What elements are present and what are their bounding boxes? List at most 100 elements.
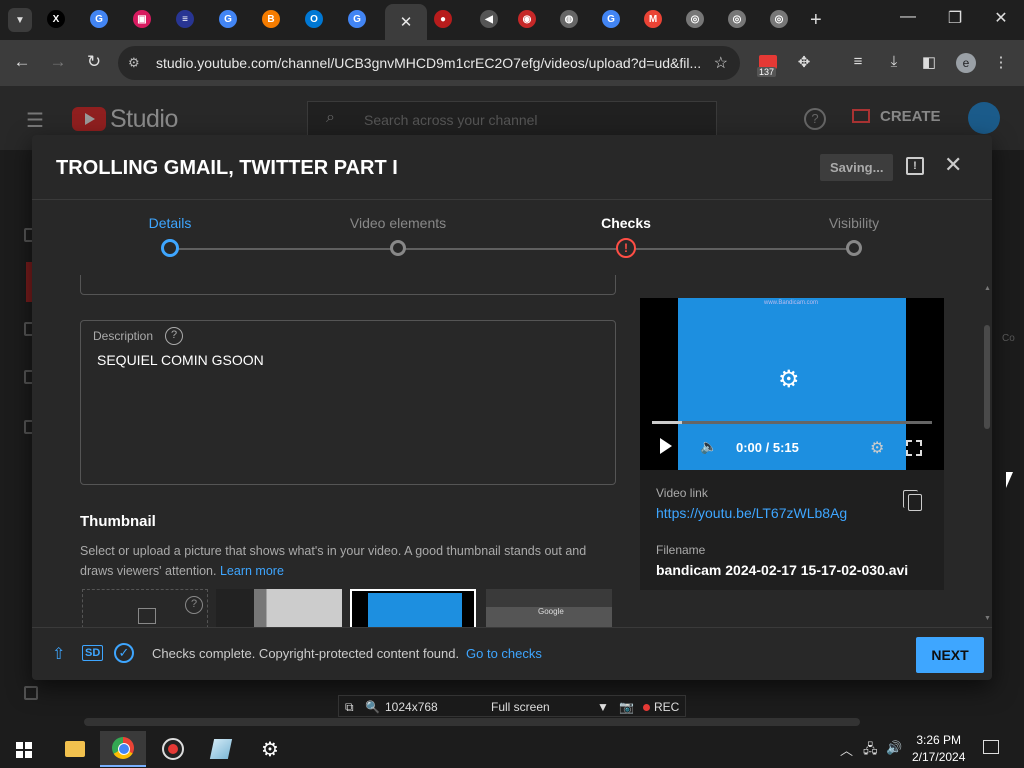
extensions-puzzle-icon[interactable]: ✥ xyxy=(793,53,815,71)
forward-button[interactable]: → xyxy=(46,52,70,72)
dialog-scrollbar[interactable]: ▲ ▼ xyxy=(982,285,992,625)
video-link[interactable]: https://youtu.be/LT67zWLb8Ag xyxy=(656,505,847,521)
thumbnail-heading: Thumbnail xyxy=(80,513,156,530)
restore-button[interactable]: ❐ xyxy=(940,8,970,28)
close-window-button[interactable]: ✕ xyxy=(986,8,1016,28)
google-icon[interactable]: G xyxy=(219,10,237,28)
scrollbar-thumb[interactable] xyxy=(984,325,990,429)
clock-time: 3:26 PM xyxy=(916,733,962,747)
reload-button[interactable]: ↻ xyxy=(82,52,106,72)
video-player[interactable]: www.Bandicam.com ⚙ 🔈 0:00 / 5:15 ⚙ xyxy=(640,298,944,470)
speaker-icon[interactable]: ◀ xyxy=(480,10,498,28)
google-icon[interactable]: G xyxy=(348,10,366,28)
back-button[interactable]: ← xyxy=(10,52,34,72)
step-details[interactable]: Details xyxy=(90,215,250,257)
window-mode-icon[interactable]: ⧉ xyxy=(345,700,354,715)
chrome-taskbar-icon[interactable] xyxy=(100,731,146,767)
record-icon[interactable]: ● xyxy=(434,10,452,28)
x-twitter-icon[interactable]: X xyxy=(47,10,65,28)
auto-thumbnail-2-selected[interactable] xyxy=(350,589,476,627)
capture-mode-select[interactable]: Full screen xyxy=(491,700,550,714)
rec-button[interactable]: REC xyxy=(643,700,679,714)
windows-start-icon[interactable] xyxy=(16,742,32,758)
auto-thumbnail-1[interactable] xyxy=(216,589,342,627)
tab-close-icon[interactable]: ✕ xyxy=(400,13,413,31)
video-progress-bar[interactable] xyxy=(652,421,932,424)
settings-taskbar-icon[interactable]: ⚙ xyxy=(247,731,293,767)
chrome-icon[interactable]: ◎ xyxy=(686,10,704,28)
chevron-down-icon[interactable]: ▼ xyxy=(597,700,609,714)
active-tab[interactable]: ✕ xyxy=(385,4,427,40)
go-to-checks-link[interactable]: Go to checks xyxy=(466,646,542,661)
details-scroll-area[interactable]: Description ? SEQUIEL COMIN GSOON Thumbn… xyxy=(32,275,992,627)
next-button[interactable]: NEXT xyxy=(916,637,984,673)
address-bar[interactable]: ⚙ studio.youtube.com/channel/UCB3gnvMHCD… xyxy=(118,46,740,80)
google-icon[interactable]: G xyxy=(602,10,620,28)
upload-thumbnail-button[interactable]: ? xyxy=(82,589,208,627)
description-value[interactable]: SEQUIEL COMIN GSOON xyxy=(97,352,264,368)
help-icon[interactable]: ? xyxy=(804,108,826,130)
step-visibility[interactable]: Visibility xyxy=(774,215,934,256)
create-button[interactable]: CREATE xyxy=(852,108,941,125)
url-text[interactable]: studio.youtube.com/channel/UCB3gnvMHCD9m… xyxy=(156,55,708,71)
side-panel-icon[interactable]: ◧ xyxy=(918,53,940,71)
new-tab-button[interactable]: + xyxy=(810,9,822,32)
camera-icon[interactable]: 📷 xyxy=(619,700,634,714)
video-link-label: Video link xyxy=(656,486,708,500)
scroll-down-icon[interactable]: ▼ xyxy=(984,615,991,622)
file-explorer-icon[interactable] xyxy=(52,731,98,767)
notebook-app-icon[interactable] xyxy=(198,731,244,767)
copy-link-icon[interactable] xyxy=(903,490,922,511)
studio-logo-text: Studio xyxy=(110,105,178,133)
profile-avatar[interactable]: e xyxy=(956,53,976,73)
tab-search-button[interactable]: ▼ xyxy=(8,8,32,32)
step-video-elements[interactable]: Video elements xyxy=(318,215,478,256)
sidebar-feedback-icon[interactable] xyxy=(24,686,38,700)
description-field[interactable]: Description ? SEQUIEL COMIN GSOON xyxy=(80,320,616,485)
learn-more-link[interactable]: Learn more xyxy=(220,564,284,578)
title-field[interactable] xyxy=(80,275,616,295)
gmail-icon[interactable]: M xyxy=(644,10,662,28)
globe-icon[interactable]: ◍ xyxy=(560,10,578,28)
hamburger-menu-icon[interactable]: ☰ xyxy=(26,108,44,133)
auto-thumbnail-3[interactable]: Google xyxy=(486,589,612,627)
notification-center-icon[interactable] xyxy=(983,740,999,754)
channel-avatar[interactable] xyxy=(968,102,1000,134)
minimize-button[interactable]: — xyxy=(893,8,923,26)
player-settings-icon[interactable]: ⚙ xyxy=(870,438,884,458)
blue-app-icon[interactable]: ≡ xyxy=(176,10,194,28)
download-icon[interactable]: ⤓ xyxy=(883,53,905,70)
youtube-logo-icon[interactable] xyxy=(72,107,106,131)
fullscreen-icon[interactable] xyxy=(906,440,922,456)
play-icon[interactable] xyxy=(660,438,672,454)
google-icon[interactable]: G xyxy=(90,10,108,28)
studio-search-input[interactable]: ⌕ Search across your channel xyxy=(307,101,717,137)
chrome-icon[interactable]: ◎ xyxy=(728,10,746,28)
feedback-icon[interactable]: ! xyxy=(906,157,924,175)
taskbar-clock[interactable]: 3:26 PM 2/17/2024 xyxy=(912,732,965,766)
description-help-icon[interactable]: ? xyxy=(165,327,183,345)
chrome-menu-icon[interactable]: ⋮ xyxy=(990,53,1012,71)
chrome-icon[interactable]: ◎ xyxy=(770,10,788,28)
site-info-icon[interactable]: ⚙ xyxy=(128,55,140,71)
thumbnail-help-icon[interactable]: ? xyxy=(185,596,203,614)
network-icon[interactable]: 🖧 xyxy=(863,740,878,762)
volume-icon[interactable]: 🔈 xyxy=(700,438,717,455)
close-dialog-icon[interactable]: ✕ xyxy=(944,152,962,178)
horizontal-scrollbar[interactable] xyxy=(84,718,860,726)
media-control-icon[interactable]: ≡ xyxy=(847,53,869,70)
blogger-icon[interactable]: B xyxy=(262,10,280,28)
zoom-icon[interactable]: 🔍 xyxy=(365,700,380,714)
step-checks[interactable]: Checks! xyxy=(546,215,706,258)
outlook-icon[interactable]: O xyxy=(305,10,323,28)
bookmark-star-icon[interactable]: ☆ xyxy=(714,53,728,73)
checks-complete-icon: ✓ xyxy=(114,643,134,663)
tray-chevron-up-icon[interactable]: ︿ xyxy=(840,740,853,759)
red-app-icon[interactable]: ▣ xyxy=(133,10,151,28)
calendar-extension-icon[interactable]: 137 xyxy=(757,55,779,77)
record-icon[interactable]: ◉ xyxy=(518,10,536,28)
scroll-up-icon[interactable]: ▲ xyxy=(984,285,991,292)
bandicam-taskbar-icon[interactable] xyxy=(150,731,196,767)
description-label: Description xyxy=(93,329,154,343)
volume-tray-icon[interactable]: 🔊 xyxy=(886,740,902,756)
